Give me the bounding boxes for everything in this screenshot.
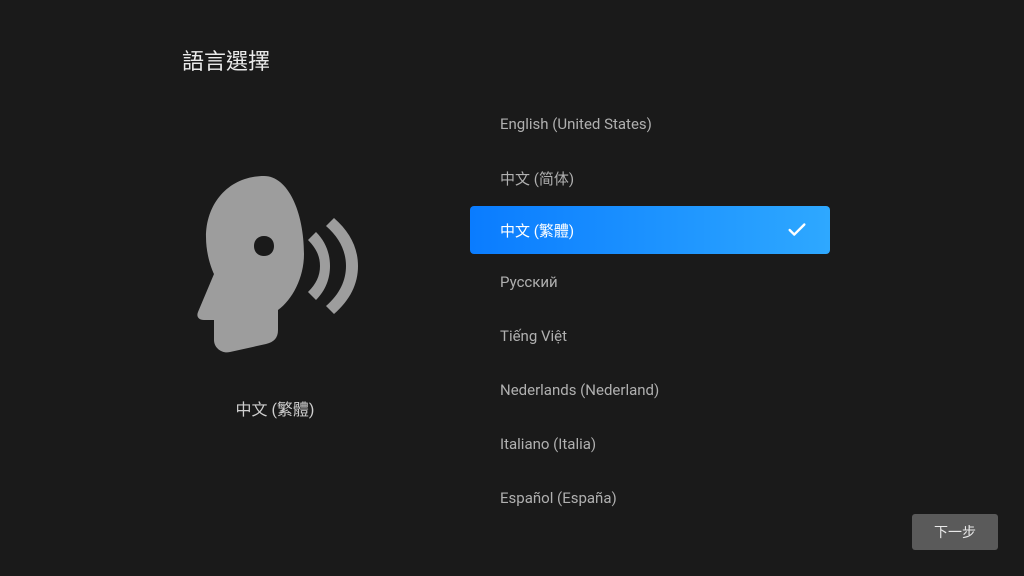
language-option-label: Tiếng Việt (500, 327, 567, 345)
language-option-ru[interactable]: Русский (470, 256, 830, 308)
language-option-label: Español (España) (500, 489, 617, 507)
language-option-label: Русский (500, 273, 558, 291)
language-option-label: 中文 (繁體) (500, 220, 574, 241)
current-language-label: 中文 (繁體) (235, 396, 314, 420)
language-option-it[interactable]: Italiano (Italia) (470, 418, 830, 470)
language-option-en-us[interactable]: English (United States) (470, 98, 830, 150)
page-title: 語言選擇 (182, 44, 270, 76)
language-option-vi[interactable]: Tiếng Việt (470, 310, 830, 362)
language-list: English (United States) 中文 (简体) 中文 (繁體) … (470, 98, 830, 526)
language-option-label: Italiano (Italia) (500, 435, 596, 453)
next-button[interactable]: 下一步 (912, 514, 998, 550)
language-option-zh-tw[interactable]: 中文 (繁體) (470, 206, 830, 254)
language-option-label: 中文 (简体) (500, 168, 574, 189)
language-illustration: 中文 (繁體) (160, 160, 390, 420)
check-icon (786, 219, 808, 241)
language-option-label: Nederlands (Nederland) (500, 381, 659, 399)
speaking-head-icon (160, 160, 390, 364)
language-option-es[interactable]: Español (España) (470, 472, 830, 524)
language-option-label: English (United States) (500, 115, 652, 133)
language-option-zh-cn[interactable]: 中文 (简体) (470, 152, 830, 204)
language-option-nl[interactable]: Nederlands (Nederland) (470, 364, 830, 416)
